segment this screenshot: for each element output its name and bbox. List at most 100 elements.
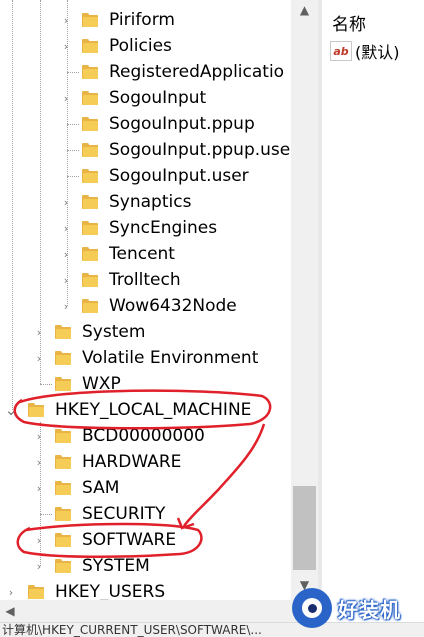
tree-item-label: BCD00000000 — [82, 426, 205, 446]
tree-item-sogouinput-user[interactable]: SogouInput.user — [0, 163, 318, 189]
value-row[interactable]: ab (默认) — [330, 40, 400, 62]
tree-item-label: RegisteredApplicatio — [109, 62, 285, 82]
tree-item-label: Tencent — [109, 244, 175, 264]
chevron-right-icon[interactable]: › — [59, 85, 73, 111]
tree-item-label: HKEY_LOCAL_MACHINE — [55, 400, 252, 420]
folder-icon — [82, 299, 99, 313]
folder-icon — [55, 507, 72, 521]
chevron-right-icon[interactable]: › — [4, 579, 18, 600]
tree-item-syncengines[interactable]: › SyncEngines — [0, 215, 318, 241]
folder-icon — [82, 91, 99, 105]
tree-item-hkey-local-machine[interactable]: ⌄ HKEY_LOCAL_MACHINE — [0, 397, 318, 423]
chevron-right-icon[interactable]: › — [59, 189, 73, 215]
chevron-right-icon[interactable]: › — [32, 423, 46, 449]
chevron-right-icon[interactable]: › — [32, 449, 46, 475]
folder-icon — [55, 481, 72, 495]
tree-item-piriform[interactable]: › Piriform — [0, 7, 318, 33]
tree-expander-empty — [59, 59, 73, 85]
folder-icon — [82, 143, 99, 157]
tree-item-wxp[interactable]: WXP — [0, 371, 318, 397]
scrollbar-thumb[interactable] — [293, 486, 316, 570]
tree-item-system-user[interactable]: › System — [0, 319, 318, 345]
chevron-right-icon[interactable]: › — [32, 345, 46, 371]
tree-item-label: SYSTEM — [82, 556, 150, 576]
folder-icon — [55, 325, 72, 339]
tree-item-label: HARDWARE — [82, 452, 182, 472]
values-pane[interactable]: 名称 ab (默认) — [322, 0, 424, 600]
tree-item-label: Wow6432Node — [109, 296, 237, 316]
tree-item-tencent[interactable]: › Tencent — [0, 241, 318, 267]
chevron-right-icon[interactable]: › — [59, 293, 73, 319]
tree-expander-empty — [32, 501, 46, 527]
folder-icon — [55, 559, 72, 573]
watermark-pupil — [308, 604, 317, 613]
watermark-logo: 好装机 — [288, 584, 424, 634]
string-value-icon: ab — [330, 41, 352, 61]
horizontal-scrollbar[interactable]: ◀ ▶ — [0, 600, 318, 622]
tree-item-bcd00000000[interactable]: › BCD00000000 — [0, 423, 318, 449]
chevron-right-icon[interactable]: › — [59, 33, 73, 59]
chevron-right-icon[interactable]: › — [32, 553, 46, 579]
chevron-right-icon[interactable]: › — [59, 241, 73, 267]
tree-item-label: SyncEngines — [109, 218, 218, 238]
tree-item-security[interactable]: SECURITY — [0, 501, 318, 527]
tree-item-hardware[interactable]: › HARDWARE — [0, 449, 318, 475]
tree-item-software[interactable]: › SOFTWARE — [0, 527, 318, 553]
tree-item-label: SogouInput.user — [109, 166, 249, 186]
tree-item-label: Piriform — [109, 10, 175, 30]
tree-item-policies[interactable]: › Policies — [0, 33, 318, 59]
tree-expander-empty — [32, 371, 46, 397]
folder-icon — [55, 429, 72, 443]
folder-icon — [82, 247, 99, 261]
tree-item-wow6432node[interactable]: › Wow6432Node — [0, 293, 318, 319]
tree-item-label: Synaptics — [109, 192, 192, 212]
folder-icon — [55, 533, 72, 547]
tree-item-label: SogouInput.ppup.use — [109, 140, 291, 160]
tree-expander-empty — [59, 111, 73, 137]
folder-icon — [82, 273, 99, 287]
chevron-down-icon[interactable]: ⌄ — [4, 397, 18, 423]
tree-item-sam[interactable]: › SAM — [0, 475, 318, 501]
tree-item-sogouinput-ppup-user[interactable]: SogouInput.ppup.use — [0, 137, 318, 163]
status-path: 计算机\HKEY_CURRENT_USER\SOFTWARE\... — [2, 623, 262, 637]
registry-tree[interactable]: › Piriform › Policies RegisteredApplicat… — [0, 0, 318, 600]
tree-item-volatile-environment[interactable]: › Volatile Environment — [0, 345, 318, 371]
tree-expander-empty — [59, 163, 73, 189]
tree-item-system[interactable]: › SYSTEM — [0, 553, 318, 579]
tree-item-label: System — [82, 322, 146, 342]
tree-item-synaptics[interactable]: › Synaptics — [0, 189, 318, 215]
chevron-right-icon[interactable]: › — [59, 215, 73, 241]
column-header-name[interactable]: 名称 — [332, 10, 366, 35]
tree-item-label: WXP — [82, 374, 121, 394]
folder-icon — [82, 39, 99, 53]
chevron-right-icon[interactable]: › — [32, 475, 46, 501]
tree-item-label: Trolltech — [109, 270, 181, 290]
chevron-right-icon[interactable]: › — [59, 267, 73, 293]
tree-item-trolltech[interactable]: › Trolltech — [0, 267, 318, 293]
tree-item-label: Volatile Environment — [82, 348, 259, 368]
vertical-scrollbar[interactable]: ▲ ▼ — [291, 0, 318, 600]
scroll-left-icon[interactable]: ◀ — [0, 600, 20, 622]
folder-icon — [28, 585, 45, 599]
tree-item-label: Policies — [109, 36, 172, 56]
folder-icon — [82, 221, 99, 235]
folder-icon — [28, 403, 45, 417]
tree-expander-empty — [59, 137, 73, 163]
chevron-right-icon[interactable]: › — [32, 319, 46, 345]
tree-item-label: SECURITY — [82, 504, 166, 524]
chevron-right-icon[interactable]: › — [32, 527, 46, 553]
tree-item-sogouinput[interactable]: › SogouInput — [0, 85, 318, 111]
folder-icon — [82, 65, 99, 79]
tree-item-sogouinput-ppup[interactable]: SogouInput.ppup — [0, 111, 318, 137]
tree-item-hkey-users[interactable]: › HKEY_USERS — [0, 579, 318, 600]
scroll-up-icon[interactable]: ▲ — [291, 0, 318, 20]
tree-item-label: SAM — [82, 478, 120, 498]
folder-icon — [55, 351, 72, 365]
folder-icon — [82, 195, 99, 209]
chevron-right-icon[interactable]: › — [59, 7, 73, 33]
folder-icon — [55, 455, 72, 469]
tree-item-registeredapplications[interactable]: RegisteredApplicatio — [0, 59, 318, 85]
folder-icon — [82, 169, 99, 183]
tree-item-label: SogouInput — [109, 88, 207, 108]
folder-icon — [82, 13, 99, 27]
